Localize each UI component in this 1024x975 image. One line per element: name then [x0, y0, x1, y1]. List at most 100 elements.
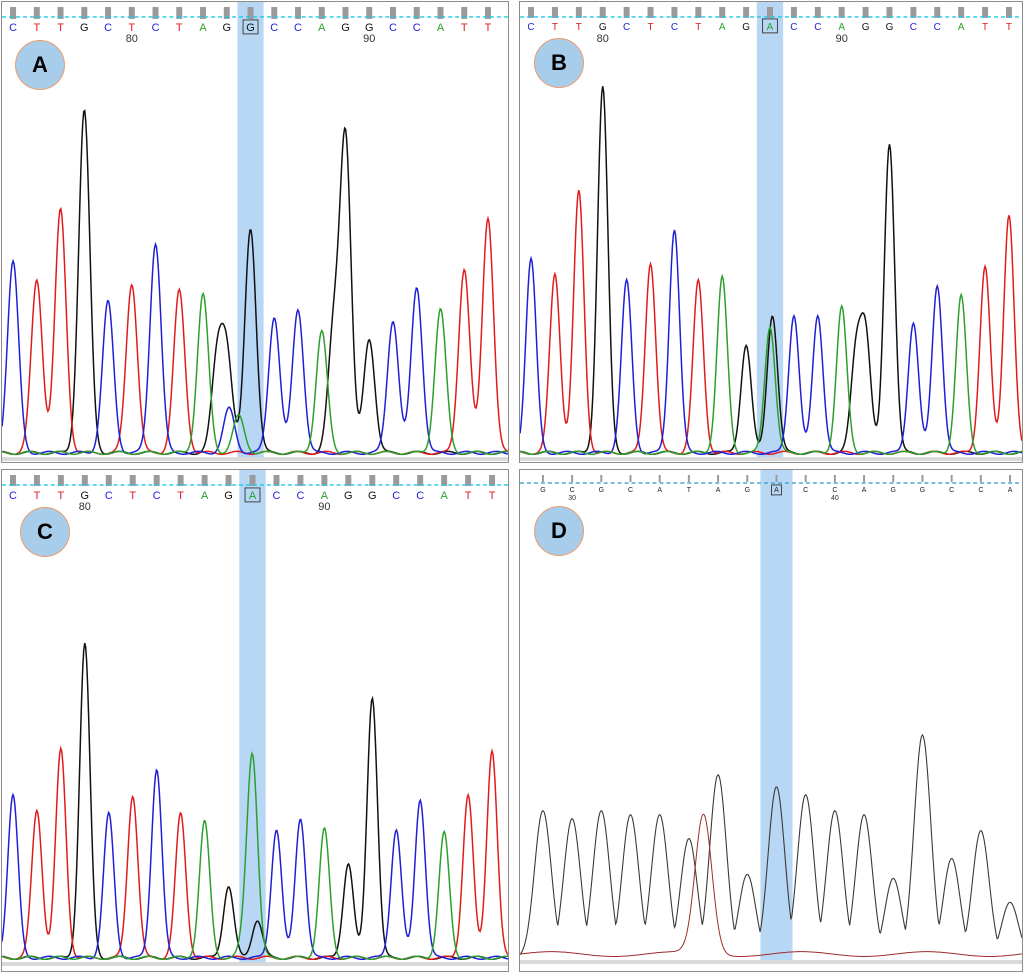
quality-bar	[687, 474, 690, 482]
base-call-letter: G	[891, 487, 896, 494]
base-call-letter: T	[34, 490, 41, 502]
panel-label-d: D	[534, 506, 584, 556]
base-call-letter: G	[80, 22, 89, 34]
base-call-letter: G	[344, 490, 353, 502]
base-call-letter: C	[392, 490, 400, 502]
base-call-letter: T	[33, 22, 40, 34]
base-call-letter: A	[318, 22, 326, 34]
base-call-letter: C	[413, 22, 421, 34]
base-call-letter: C	[832, 487, 837, 494]
base-call-letter: A	[774, 487, 779, 494]
base-call-letter: T	[982, 22, 988, 33]
base-call-letter: C	[270, 22, 278, 34]
quality-bar	[979, 474, 982, 482]
base-call-letter: A	[657, 487, 662, 494]
chromatogram-d-svg: G C G C A T A G A C C A G G C C A 30 40	[520, 470, 1022, 965]
quality-bar	[950, 474, 953, 482]
base-call-letter: A	[767, 22, 774, 33]
base-call-letter: T	[687, 487, 692, 494]
quality-bar	[541, 474, 544, 482]
base-call-letter: A	[1008, 487, 1013, 494]
base-call-letter: C	[9, 22, 17, 34]
base-call-letter: G	[246, 22, 255, 34]
base-call-letter: G	[599, 22, 607, 33]
position-number: 90	[836, 33, 848, 45]
base-call-letter: C	[527, 22, 534, 33]
base-call-letter: A	[249, 490, 257, 502]
quality-bar	[1009, 474, 1012, 482]
quality-bar	[658, 474, 661, 482]
quality-bar	[833, 474, 836, 482]
base-call-letter: A	[716, 487, 721, 494]
chromatogram-panel-c: C T T G C T C T A G A C C A G G C C A T T 80 90 C	[1, 469, 509, 972]
base-call-letter: T	[695, 22, 701, 33]
quality-bar	[775, 474, 778, 482]
quality-bar	[600, 474, 603, 482]
quality-bar	[863, 474, 866, 482]
base-call-letter: G	[742, 22, 750, 33]
chromatogram-panel-d: G C G C A T A G A C C A G G C C A 30 40 D	[519, 469, 1023, 972]
bottom-scroll-strip	[520, 960, 1022, 965]
position-number: 80	[126, 33, 138, 45]
base-call-letter: G	[745, 487, 750, 494]
bottom-scroll-strip	[2, 457, 508, 462]
base-call-letter: C	[105, 490, 113, 502]
base-call-letter: C	[152, 22, 160, 34]
quality-bar	[804, 474, 807, 482]
base-call-letter: G	[341, 22, 350, 34]
base-call-letter: T	[465, 490, 472, 502]
base-call-letter: C	[9, 490, 17, 502]
base-call-letter: G	[599, 487, 604, 494]
base-call-letter: A	[199, 22, 207, 34]
quality-bar	[571, 474, 574, 482]
chromatogram-panel-a: C T T G C T C T A G G C C A G G C C A T T 80 90 A	[1, 1, 509, 463]
base-call-letter: C	[910, 22, 917, 33]
base-call-letter: A	[862, 487, 867, 494]
base-call-letter: C	[104, 22, 112, 34]
base-call-letter: A	[201, 490, 209, 502]
base-call-letter: C	[790, 22, 797, 33]
base-call-letter: C	[416, 490, 424, 502]
position-number: 90	[318, 501, 330, 513]
chromatogram-b-svg: C T T G C T C T A G A C C A G G C C A T T 80 90	[520, 2, 1022, 462]
position-number: 80	[597, 33, 609, 45]
quality-bar	[921, 474, 924, 482]
chromatogram-panel-b: C T T G C T C T A G A C C A G G C C A T T 80 90 B	[519, 1, 1023, 463]
base-call-letter: T	[461, 22, 468, 34]
base-call-letter: G	[368, 490, 377, 502]
base-call-letter: G	[920, 487, 925, 494]
base-call-letter: T	[576, 22, 582, 33]
position-number: 90	[363, 33, 375, 45]
quality-bar	[892, 474, 895, 482]
bottom-scroll-strip	[2, 962, 508, 967]
base-call-letter: A	[958, 22, 965, 33]
base-call-letter: C	[671, 22, 678, 33]
base-call-letter: G	[223, 22, 232, 34]
base-call-letter: C	[814, 22, 821, 33]
base-call-letter: C	[273, 490, 281, 502]
position-number: 40	[831, 495, 839, 502]
position-number: 80	[79, 501, 91, 513]
base-call-letter: C	[296, 490, 304, 502]
base-call-letter: T	[176, 22, 183, 34]
base-call-letter: A	[440, 490, 448, 502]
base-call-letter: A	[437, 22, 445, 34]
base-call-letter: T	[485, 22, 492, 34]
base-call-letter: C	[803, 487, 808, 494]
panel-label-c: C	[20, 507, 70, 557]
base-call-letter: G	[886, 22, 894, 33]
position-number: 30	[568, 495, 576, 502]
base-call-letter: G	[862, 22, 870, 33]
base-call-letter: T	[647, 22, 653, 33]
chromatogram-c-svg: C T T G C T C T A G A C C A G G C C A T T80 90	[2, 470, 508, 967]
quality-bar	[717, 474, 720, 482]
base-call-letter: T	[58, 490, 65, 502]
quality-bar	[629, 474, 632, 482]
base-call-letter: C	[978, 487, 983, 494]
base-call-letter: C	[949, 487, 954, 494]
base-call-letter: C	[153, 490, 161, 502]
base-call-letter: T	[489, 490, 496, 502]
base-call-letter: T	[129, 490, 136, 502]
base-call-letter: C	[294, 22, 302, 34]
panel-label-a: A	[15, 40, 65, 90]
